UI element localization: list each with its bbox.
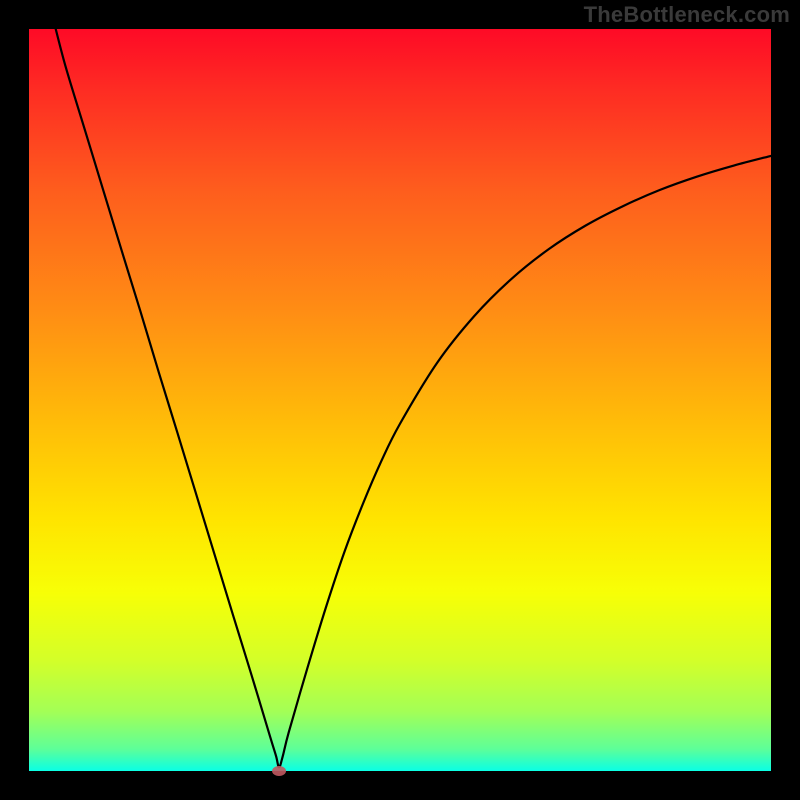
- chart-frame: TheBottleneck.com: [0, 0, 800, 800]
- watermark-text: TheBottleneck.com: [584, 2, 790, 28]
- optimum-marker: [272, 766, 286, 776]
- plot-area: [29, 29, 771, 771]
- curve-svg: [29, 29, 771, 771]
- bottleneck-curve: [56, 29, 771, 767]
